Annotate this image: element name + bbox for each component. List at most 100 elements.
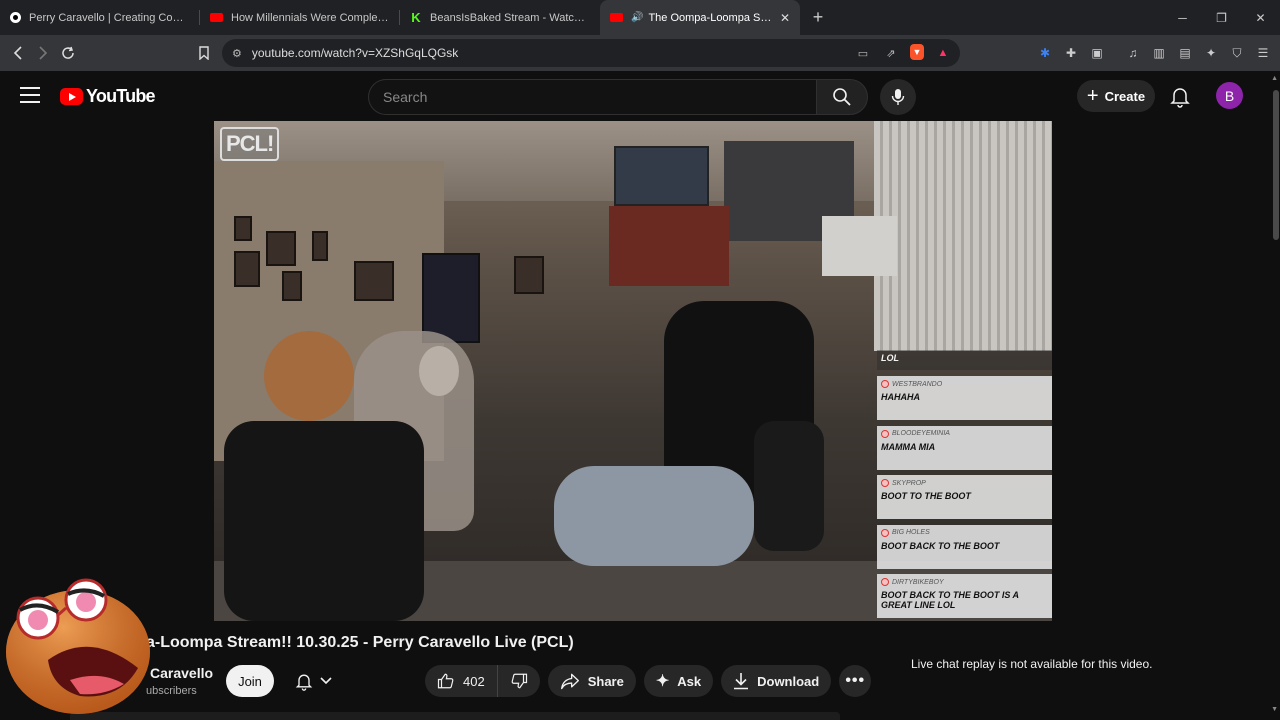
- bookmark-icon[interactable]: [191, 40, 217, 66]
- pcl-watermark: PCL!: [220, 127, 280, 161]
- sidebar-icon[interactable]: ▥: [1150, 43, 1168, 63]
- download-label: Download: [757, 673, 820, 689]
- user-badge-icon: [881, 479, 889, 487]
- address-bar[interactable]: ⚙ youtube.com/watch?v=XZShGqLQGsk ▭ ⇗ ▼ …: [222, 39, 960, 67]
- extensions-area: ✱ ✚ ▣ ♫ ▥ ▤ ✦ ⛉ ☰: [1036, 43, 1272, 63]
- tab-title: The Oompa-Loompa Stream!!: [648, 11, 774, 24]
- youtube-logo-text: YouTube: [86, 86, 156, 106]
- extension-blue-icon[interactable]: ✱: [1036, 43, 1054, 63]
- tab-title: BeansIsBaked Stream - Watch Live on: [430, 11, 590, 24]
- guide-menu-icon[interactable]: [20, 87, 40, 103]
- close-tab-icon[interactable]: ✕: [780, 11, 790, 25]
- search-placeholder: Search: [383, 89, 428, 105]
- overlay-chat-user: DIRTYBIKEBOY: [892, 578, 944, 586]
- ask-button[interactable]: ✦ Ask: [643, 665, 714, 697]
- overlay-chat-item: SKYPROP BOOT TO THE BOOT: [877, 475, 1052, 519]
- site-info-icon[interactable]: ⚙: [232, 47, 242, 60]
- scrollbar-thumb[interactable]: [1273, 90, 1279, 240]
- download-icon: [734, 673, 749, 690]
- youtube-masthead: YouTube Search + Create B: [0, 71, 1280, 121]
- overlay-chat-item: BLOODEYEMINIA MAMMA MIA: [877, 425, 1052, 470]
- voice-search-button[interactable]: [880, 79, 916, 115]
- tab-title: Perry Caravello | Creating Comedy, V: [29, 11, 190, 24]
- join-button[interactable]: Join: [226, 665, 274, 697]
- minimize-icon[interactable]: ─: [1163, 0, 1202, 35]
- video-scene-skull: [419, 346, 459, 396]
- overlay-chat-message: BOOT TO THE BOOT: [881, 491, 971, 501]
- restore-icon[interactable]: ❐: [1202, 0, 1241, 35]
- create-button[interactable]: + Create: [1077, 80, 1155, 112]
- subscription-notification-button[interactable]: [283, 665, 343, 697]
- vpn-icon[interactable]: ⛉: [1228, 43, 1246, 63]
- user-badge-icon: [881, 429, 889, 438]
- overlay-chat-message: BOOT BACK TO THE BOOT IS A GREAT LINE LO…: [881, 590, 1019, 610]
- scroll-down-arrow-icon[interactable]: ▼: [1271, 706, 1278, 713]
- music-icon[interactable]: ♫: [1124, 43, 1142, 63]
- microphone-icon: [891, 89, 905, 105]
- create-label: Create: [1104, 88, 1146, 104]
- extensions-puzzle-icon[interactable]: ✚: [1062, 43, 1080, 63]
- more-actions-button[interactable]: •••: [839, 665, 872, 697]
- window-controls: ─ ❐ ✕: [1163, 0, 1280, 35]
- share-icon: [560, 673, 579, 690]
- download-button[interactable]: Download: [721, 665, 832, 697]
- overlay-chat-user: BIG HOLES: [892, 529, 930, 536]
- thumbs-down-icon: [511, 673, 527, 689]
- brave-shields-icon[interactable]: ▼: [910, 44, 924, 60]
- more-horizontal-icon: •••: [845, 672, 866, 689]
- tab-patreon[interactable]: Perry Caravello | Creating Comedy, V: [0, 0, 200, 35]
- video-title: a-Loompa Stream!! 10.30.25 - Perry Carav…: [146, 634, 574, 651]
- video-scene-blinds: [874, 121, 1052, 351]
- search-button[interactable]: [816, 79, 868, 115]
- tab-oompa-loompa-stream[interactable]: 🔊 The Oompa-Loompa Stream!! ✕: [600, 0, 800, 35]
- tab-title: How Millennials Were Completely Br: [231, 11, 390, 24]
- wallet-icon[interactable]: ▤: [1176, 43, 1194, 63]
- dislike-button[interactable]: [498, 665, 540, 697]
- video-scene-air-conditioner: [822, 216, 897, 276]
- search-input[interactable]: Search: [368, 79, 816, 115]
- back-icon[interactable]: [5, 40, 31, 66]
- user-badge-icon: [881, 528, 889, 537]
- user-badge-icon: [881, 380, 889, 388]
- bell-icon: [295, 674, 313, 691]
- speaker-icon[interactable]: 🔊: [631, 12, 643, 23]
- youtube-logo[interactable]: YouTube: [60, 86, 156, 107]
- video-scene-bear: [264, 331, 354, 421]
- video-scene-poster: [609, 206, 729, 286]
- share-button[interactable]: Share: [547, 665, 636, 697]
- search-icon: [833, 88, 851, 106]
- tab-youtube-millennials[interactable]: How Millennials Were Completely Br: [200, 0, 400, 35]
- kick-icon: K: [411, 10, 421, 25]
- browser-tab-bar: Perry Caravello | Creating Comedy, V How…: [0, 0, 1280, 35]
- browser-toolbar: ⚙ youtube.com/watch?v=XZShGqLQGsk ▭ ⇗ ▼ …: [0, 35, 1280, 71]
- video-actions: 402 Share ✦ Ask Download •••: [425, 665, 872, 697]
- youtube-play-icon: [60, 88, 83, 105]
- overlay-chat-message: MAMMA MIA: [881, 441, 936, 452]
- share-label: Share: [587, 673, 624, 689]
- overlay-chat-item: LOL: [877, 350, 1052, 370]
- leo-ai-icon[interactable]: ✦: [1202, 43, 1220, 63]
- potato-face-sticker: [6, 578, 150, 714]
- reader-icon[interactable]: ▣: [1088, 43, 1106, 63]
- video-scene-poster: [422, 253, 480, 343]
- overlay-chat-item: DIRTYBIKEBOY BOOT BACK TO THE BOOT IS A …: [877, 574, 1052, 618]
- reload-icon[interactable]: [55, 40, 81, 66]
- video-scene-chair-arm: [754, 421, 824, 551]
- account-avatar[interactable]: B: [1216, 82, 1243, 109]
- new-tab-button[interactable]: +: [800, 0, 836, 35]
- brave-rewards-icon[interactable]: ▲: [934, 44, 952, 62]
- cast-icon[interactable]: ▭: [854, 44, 872, 62]
- close-window-icon[interactable]: ✕: [1241, 0, 1280, 35]
- menu-icon[interactable]: ☰: [1254, 43, 1272, 63]
- tab-kick-stream[interactable]: K BeansIsBaked Stream - Watch Live on: [400, 0, 600, 35]
- youtube-icon: [610, 13, 623, 22]
- like-button[interactable]: 402: [425, 665, 498, 697]
- share-page-icon[interactable]: ⇗: [882, 44, 900, 62]
- scroll-up-arrow-icon[interactable]: ▲: [1271, 75, 1278, 82]
- notifications-bell-icon[interactable]: [1168, 84, 1192, 108]
- video-player[interactable]: PCL! LOL WESTBRANDO HAHAHA BLOODEYEMINIA…: [214, 121, 1052, 621]
- forward-icon[interactable]: [30, 40, 56, 66]
- ask-label: Ask: [677, 673, 702, 689]
- description-box-edge: [70, 712, 840, 720]
- video-scene-dark-object: [224, 421, 424, 621]
